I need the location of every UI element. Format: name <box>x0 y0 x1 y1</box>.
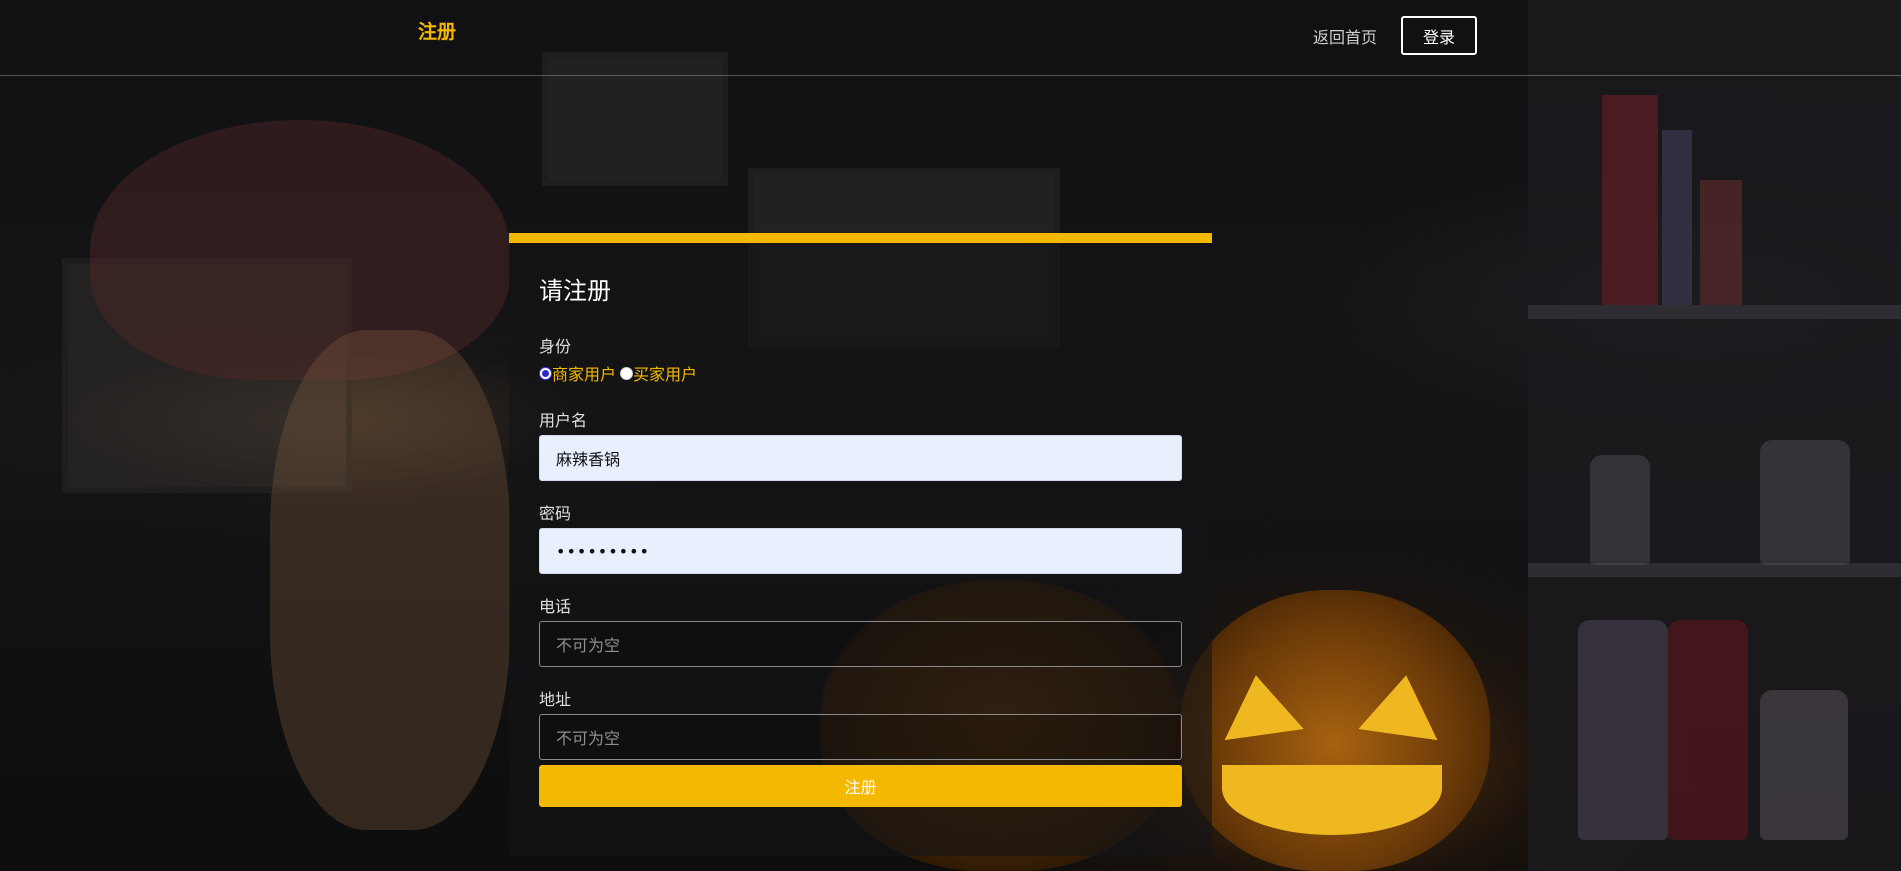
top-bar: 注册 返回首页 登录 <box>0 0 1901 76</box>
shelf-plank <box>1528 563 1901 577</box>
home-link[interactable]: 返回首页 <box>1313 24 1377 48</box>
shelf-plank <box>1528 305 1901 319</box>
buyer-radio-label[interactable]: 买家用户 <box>633 361 697 385</box>
book <box>1602 95 1658 305</box>
bottle <box>1578 620 1668 840</box>
bookshelf <box>1528 0 1901 871</box>
identity-label: 身份 <box>539 337 572 356</box>
bottle <box>1668 620 1748 840</box>
phone-input[interactable]: 不可为空 <box>539 621 1182 667</box>
bottle <box>1590 455 1650 565</box>
identity-radio-group: 商家用户 买家用户 <box>539 362 701 384</box>
merchant-radio[interactable] <box>539 366 552 380</box>
butterfly-frame-left <box>62 258 352 493</box>
phone-label: 电话 <box>539 597 572 616</box>
buyer-radio[interactable] <box>620 366 634 380</box>
username-label: 用户名 <box>539 411 588 430</box>
pumpkin <box>1180 590 1490 871</box>
witch-figure <box>270 330 510 830</box>
form-title: 请注册 <box>539 277 611 305</box>
password-label: 密码 <box>539 504 572 523</box>
book <box>1700 180 1742 305</box>
address-input[interactable]: 不可为空 <box>539 714 1182 760</box>
username-input[interactable]: 麻辣香锅 <box>539 435 1182 481</box>
page-title: 注册 <box>418 21 457 43</box>
register-submit-button[interactable]: 注册 <box>539 765 1182 807</box>
merchant-radio-label[interactable]: 商家用户 <box>552 361 616 385</box>
register-panel: 请注册 身份 商家用户 买家用户 用户名 麻辣香锅 密码 ••••••••• 电… <box>509 233 1212 856</box>
address-label: 地址 <box>539 690 572 709</box>
bottle <box>1760 690 1848 840</box>
book <box>1662 130 1692 305</box>
password-input[interactable]: ••••••••• <box>539 528 1182 574</box>
bottle <box>1760 440 1850 565</box>
login-button[interactable]: 登录 <box>1401 16 1477 55</box>
witch-figure <box>90 120 510 380</box>
